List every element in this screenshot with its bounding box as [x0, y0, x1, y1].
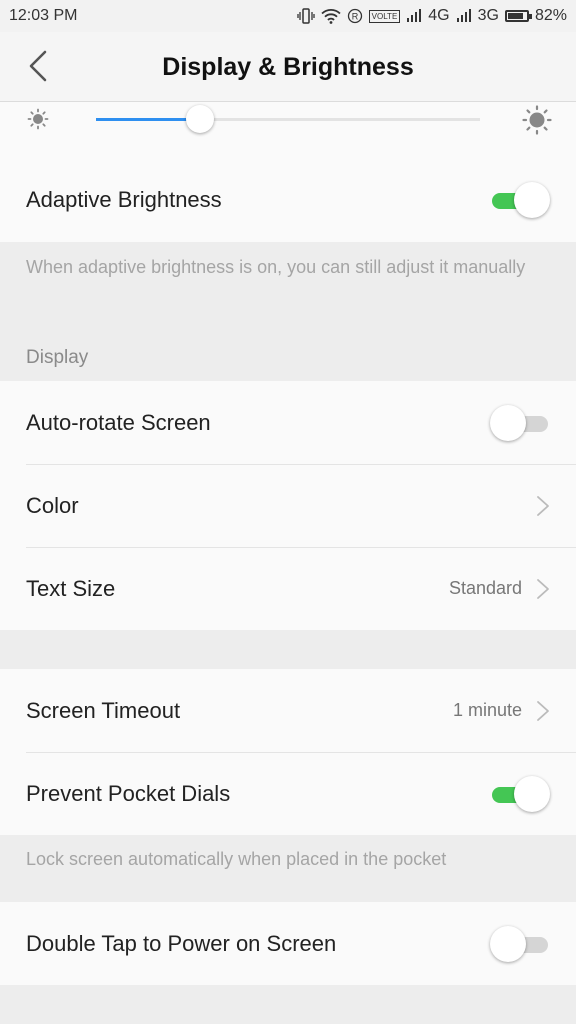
signal-icon [406, 9, 422, 23]
registered-icon: R [347, 8, 363, 24]
double-tap-label: Double Tap to Power on Screen [26, 930, 337, 956]
vibrate-icon [296, 8, 315, 24]
double-tap-card: Double Tap to Power on Screen [0, 902, 576, 985]
network-type-1: 4G [428, 7, 450, 24]
page-title: Display & Brightness [162, 53, 414, 81]
pocket-dials-hint: Lock screen automatically when placed in… [26, 849, 447, 869]
sun-small-icon [27, 108, 49, 130]
brightness-slider-thumb[interactable] [186, 105, 214, 133]
display-card: Auto-rotate Screen Color Text Size Stand… [0, 381, 576, 630]
app-bar: Display & Brightness [0, 32, 576, 102]
color-row[interactable]: Color [0, 464, 576, 547]
adaptive-brightness-hint: When adaptive brightness is on, you can … [26, 257, 526, 277]
double-tap-row[interactable]: Double Tap to Power on Screen [0, 902, 576, 985]
display-section-header: Display [26, 347, 89, 368]
volte-icon: VOLTE [368, 9, 401, 23]
double-tap-toggle[interactable] [490, 924, 550, 964]
brightness-slider-fill [96, 118, 200, 121]
chevron-right-icon [537, 495, 549, 516]
back-button[interactable] [18, 46, 58, 86]
brightness-card: Adaptive Brightness [0, 102, 576, 242]
wifi-icon [321, 8, 341, 24]
prevent-pocket-dials-label: Prevent Pocket Dials [26, 780, 231, 806]
battery-icon [504, 10, 532, 22]
battery-percent: 82% [534, 7, 567, 24]
color-label: Color [26, 492, 79, 518]
status-bar: 12:03 PM R VOLTE 4G 3G 82% [0, 0, 576, 32]
adaptive-brightness-label: Adaptive Brightness [26, 187, 222, 212]
prevent-pocket-dials-toggle[interactable] [490, 774, 550, 814]
adaptive-brightness-toggle[interactable] [490, 180, 550, 220]
screen-card: Screen Timeout 1 minute Prevent Pocket D… [0, 669, 576, 835]
screen-timeout-label: Screen Timeout [26, 697, 181, 723]
text-size-label: Text Size [26, 575, 116, 601]
svg-text:R: R [351, 12, 358, 22]
brightness-slider-row [0, 102, 576, 158]
brightness-slider[interactable] [96, 105, 480, 133]
screen-timeout-row[interactable]: Screen Timeout 1 minute [0, 669, 576, 752]
adaptive-brightness-row[interactable]: Adaptive Brightness [0, 158, 576, 242]
chevron-left-icon [29, 50, 47, 82]
auto-rotate-row[interactable]: Auto-rotate Screen [0, 381, 576, 464]
chevron-right-icon [537, 700, 549, 721]
status-time: 12:03 PM [9, 7, 78, 24]
text-size-row[interactable]: Text Size Standard [0, 547, 576, 630]
screen-timeout-value: 1 minute [452, 700, 522, 720]
status-icons: R VOLTE 4G 3G 82% [296, 7, 567, 25]
sun-large-icon [522, 105, 552, 135]
chevron-right-icon [537, 578, 549, 599]
auto-rotate-toggle[interactable] [490, 403, 550, 443]
text-size-value: Standard [448, 578, 522, 598]
prevent-pocket-dials-row[interactable]: Prevent Pocket Dials [0, 752, 576, 835]
signal-icon [456, 9, 472, 23]
auto-rotate-label: Auto-rotate Screen [26, 409, 211, 435]
network-type-2: 3G [477, 7, 499, 24]
